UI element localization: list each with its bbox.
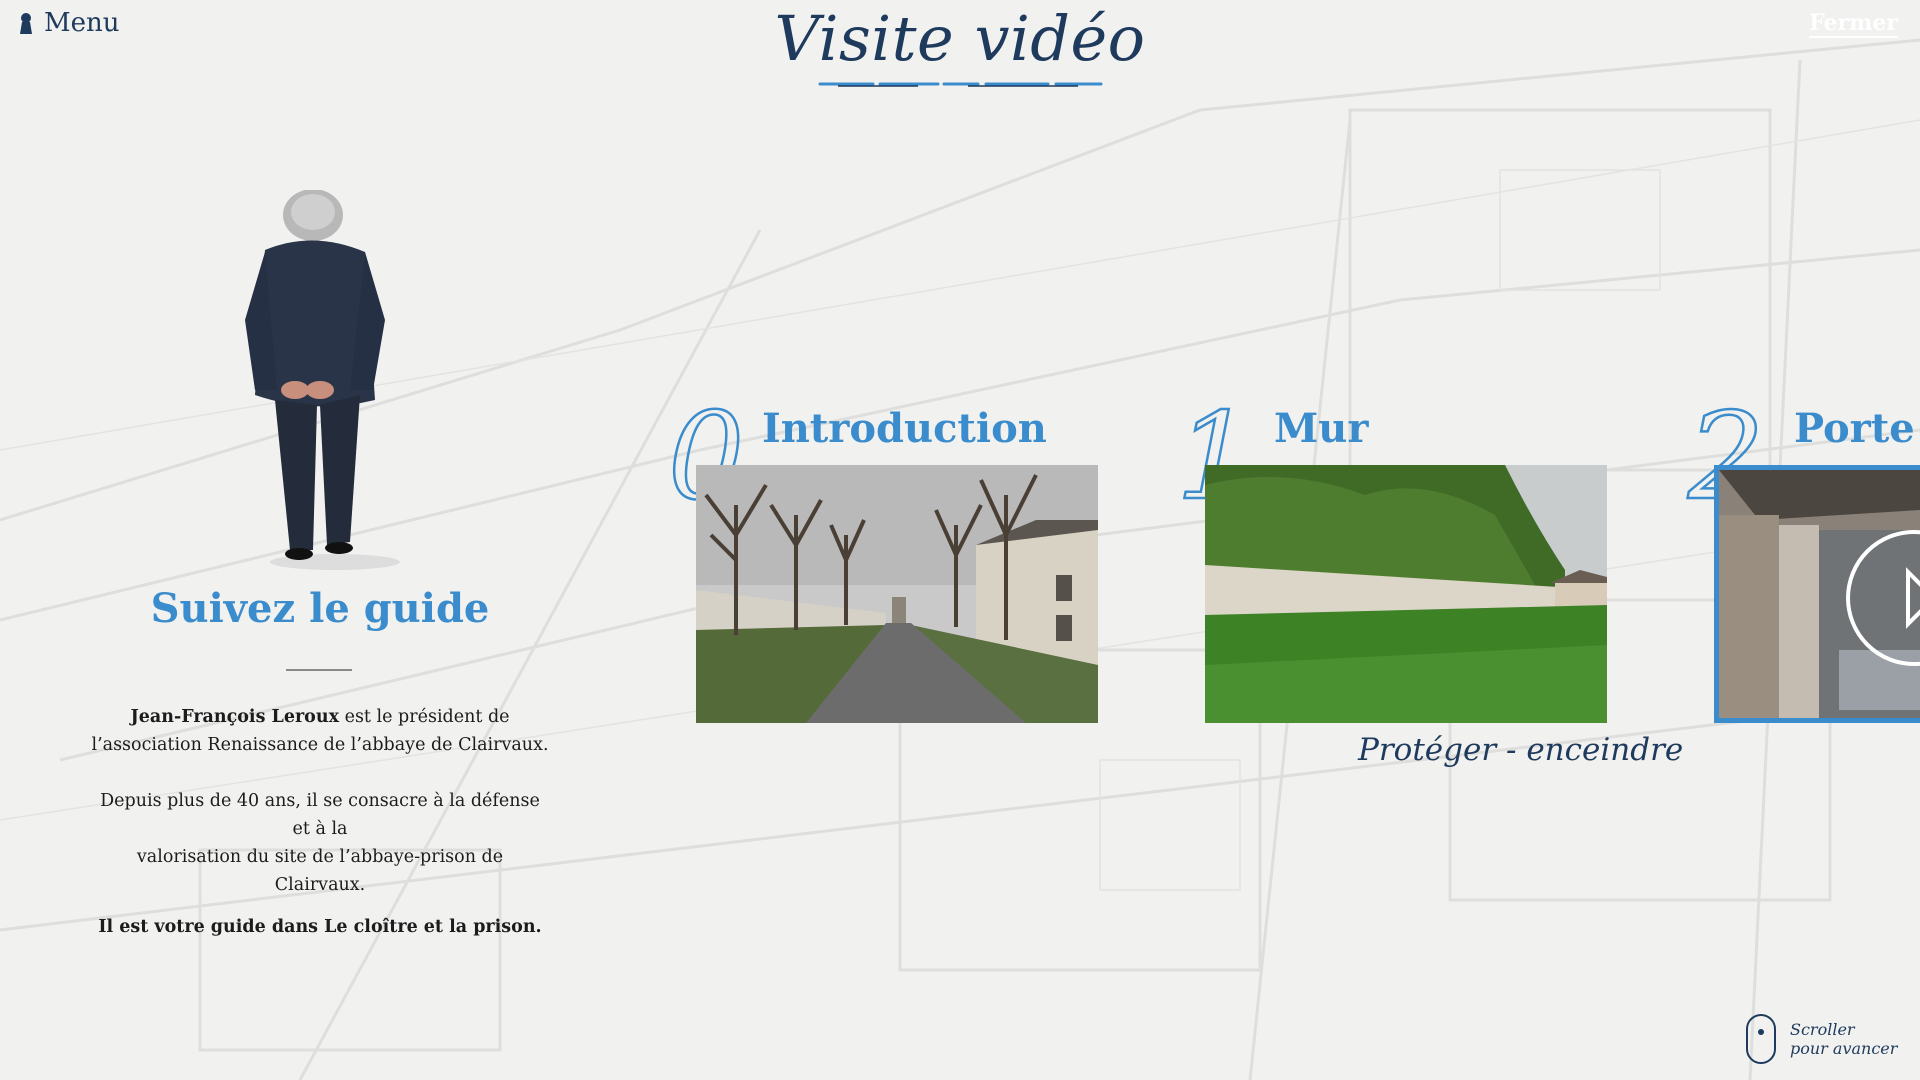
scroll-hint-text: Scroller pour avancer: [1790, 1020, 1897, 1058]
chapter-thumbnail-mur[interactable]: [1205, 465, 1607, 723]
close-button[interactable]: Fermer: [1809, 10, 1898, 38]
guide-name: Jean-François Leroux: [130, 707, 340, 727]
guide-intro-line2: l’association Renaissance de l’abbaye de…: [91, 735, 549, 755]
scroll-hint-line2: pour avancer: [1790, 1039, 1898, 1058]
title-underline: [818, 82, 1102, 87]
play-triangle: [1906, 567, 1920, 629]
play-icon[interactable]: [1846, 530, 1920, 666]
scroll-hint: Scroller pour avancer: [1746, 1014, 1897, 1064]
guide-photo: [245, 190, 400, 570]
chapter-thumbnail-introduction[interactable]: [696, 465, 1098, 723]
page-title: Visite vidéo: [774, 2, 1146, 75]
chapter-title[interactable]: Mur: [1274, 405, 1368, 452]
guide-closing: Il est votre guide dans Le cloître et la…: [98, 917, 542, 937]
guide-paragraph-2: Depuis plus de 40 ans, il se consacre à …: [90, 787, 550, 899]
mouse-scroll-icon: [1746, 1014, 1776, 1064]
scroll-hint-line1: Scroller: [1790, 1020, 1855, 1039]
chapter-title[interactable]: Porte: [1794, 405, 1915, 452]
guide-p2-line1: Depuis plus de 40 ans, il se consacre à …: [100, 791, 540, 839]
guide-description: Jean-François Leroux est le président de…: [90, 703, 550, 969]
page-title-wrap: Visite vidéo: [0, 2, 1920, 87]
guide-heading: Suivez le guide: [150, 585, 490, 632]
guide-divider: [286, 669, 352, 671]
chapter-title[interactable]: Introduction: [762, 405, 1047, 452]
chapter-thumbnail-porte[interactable]: [1714, 465, 1920, 723]
guide-paragraph-1: Jean-François Leroux est le président de…: [90, 703, 550, 759]
chapter-subtitle: Protéger - enceindre: [1358, 732, 1684, 768]
guide-p2-line2: valorisation du site de l’abbaye-prison …: [136, 847, 504, 895]
guide-intro-line1: est le président de: [339, 707, 510, 727]
